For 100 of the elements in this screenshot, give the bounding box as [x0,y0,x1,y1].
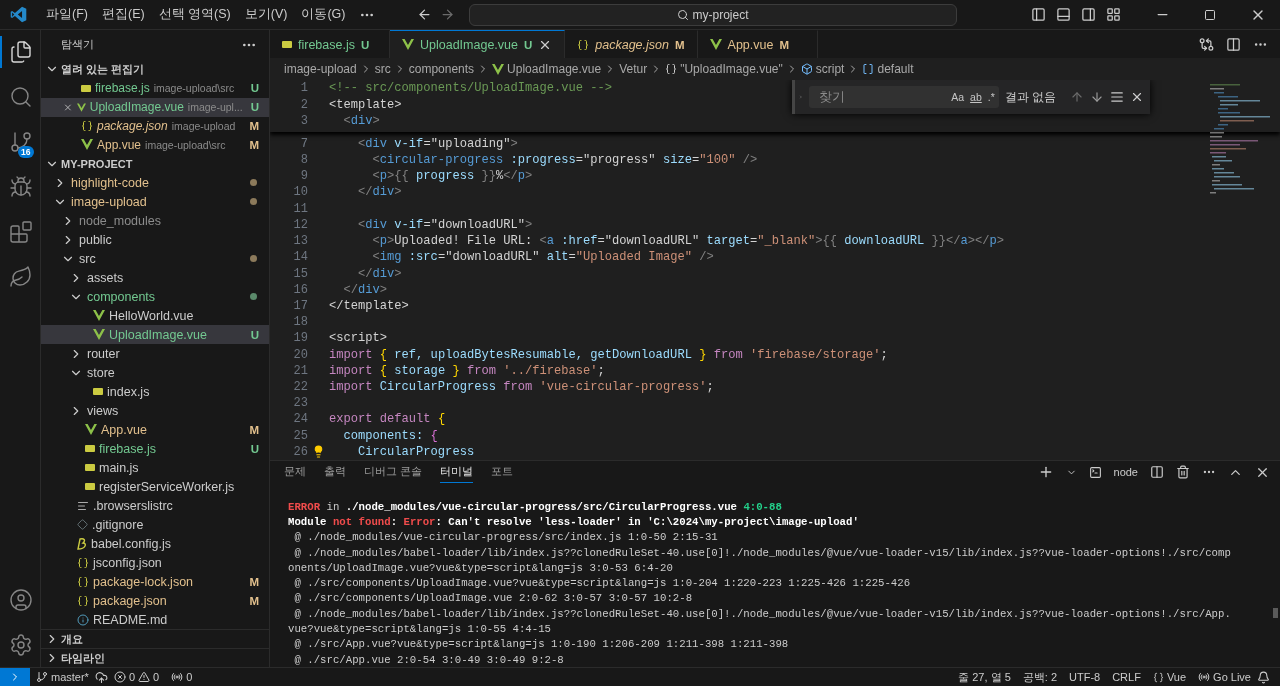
tree-item[interactable]: index.js [41,382,269,402]
status-item[interactable]: CRLF [1106,671,1147,683]
tree-item[interactable]: assets [41,268,269,288]
lines-icon[interactable] [1110,90,1124,104]
line-number: 13 [292,234,308,249]
tree-item[interactable]: node_modules [41,211,269,231]
panel-tab[interactable]: 디버그 콘솔 [364,461,422,483]
command-center[interactable]: my-project [468,3,957,26]
open-editor-item[interactable]: App.vue image-upload\src M [41,135,269,155]
maximize-icon[interactable] [1204,8,1216,21]
breadcrumb-item[interactable]: script [815,62,845,76]
back-arrow-icon[interactable] [416,7,432,22]
breadcrumb-item[interactable]: UploadImage.vue [507,62,602,76]
section-title[interactable]: 열려 있는 편집기 [61,61,145,77]
panel-tab[interactable]: 터미널 [439,461,473,483]
section-title[interactable]: MY-PROJECT [61,157,133,170]
editor-tab[interactable]: UploadImage.vue U [390,30,566,58]
tree-item[interactable]: views [41,401,269,421]
breadcrumb-item[interactable]: default [877,62,914,76]
status-item[interactable]: 줄 27, 열 5 [952,669,1017,685]
section-title[interactable]: 개요 [61,631,83,647]
tree-item[interactable]: babel.config.js [41,534,269,554]
breadcrumb-item[interactable]: image-upload [284,62,357,76]
find-option[interactable]: ab [970,91,982,103]
tree-item[interactable]: main.js [41,458,269,478]
tree-item[interactable]: UploadImage.vue U [41,325,269,345]
find-field[interactable]: 찾기 Aa ab .* [808,86,999,108]
split-icon[interactable] [1150,465,1164,479]
language-status[interactable]: Vue [1166,671,1187,683]
tree-item[interactable]: firebase.js U [41,439,269,459]
line-number: 21 [292,363,308,378]
menu-item[interactable]: 보기(V) [237,6,295,23]
split-editor-icon[interactable] [1226,36,1241,52]
tree-item[interactable]: App.vue M [41,420,269,440]
tree-item[interactable]: highlight-code [41,173,269,193]
branch-status[interactable]: master* [51,671,89,683]
panel-tab[interactable]: 출력 [324,461,346,483]
find-option[interactable]: Aa [951,91,965,103]
breadcrumb-item[interactable]: src [374,62,391,76]
open-editor-item[interactable]: package.json image-upload M [41,116,269,136]
remote-button[interactable] [0,667,30,686]
tree-item[interactable]: .browserslistrc [41,496,269,516]
tree-item[interactable]: package-lock.json M [41,572,269,592]
panel-right-icon[interactable] [1081,7,1096,22]
tree-item[interactable]: .gitignore [41,515,269,535]
close-icon[interactable] [1130,90,1144,104]
menu-item[interactable]: 편집(E) [94,6,152,23]
warning-count[interactable]: 0 [153,671,160,683]
layout-icon[interactable] [1106,7,1121,22]
scrollbar-thumb[interactable] [1273,608,1278,618]
tree-item[interactable]: store [41,363,269,383]
panel-bottom-icon[interactable] [1056,7,1071,22]
forward-arrow-icon[interactable] [439,7,455,22]
babel-file-icon [77,537,87,550]
live-server-status[interactable]: Go Live [1213,671,1251,683]
terminal-selector[interactable]: node [1113,466,1138,478]
line-number: 7 [299,136,308,151]
breadcrumb-item[interactable]: components [408,62,475,76]
breadcrumb-item[interactable]: "UploadImage.vue" [680,62,783,76]
error-count[interactable]: 0 [128,671,136,683]
menu-item[interactable]: 이동(G) [294,6,353,23]
tree-item[interactable]: public [41,230,269,250]
panel-tab[interactable]: 포트 [490,461,513,483]
terminal-line: @ ./node_modules/babel-loader/lib/index.js??clonedRuleSet-40.use[0]!./node_modules/@vue/vue-loader-v15/lib/index.js??vue-loader-options!./src/App. [293,606,1232,622]
activity-button[interactable]: 16 [0,126,41,158]
panel-tab[interactable]: 문제 [284,461,306,483]
menu-item[interactable]: 파일(F) [39,6,95,23]
menu-item[interactable]: 선택 영역(S) [151,6,238,23]
line-number: 10 [292,185,308,200]
tree-item[interactable]: README.md [41,610,269,630]
find-option[interactable]: .* [987,91,995,103]
tree-item[interactable]: HelloWorld.vue [41,306,269,326]
lightbulb-icon[interactable] [312,445,325,459]
code-line: <img :src="downloadURL" alt="Uploaded Image" /> [371,250,714,265]
trash-icon[interactable] [1176,465,1190,479]
line-number: 9 [299,169,308,184]
tree-item[interactable]: src [41,249,269,269]
compare-icon[interactable] [1199,36,1214,52]
braces-file-icon [77,594,89,607]
tree-item[interactable]: package.json M [41,591,269,611]
tree-item[interactable]: components [41,287,269,307]
ports-count[interactable]: 0 [186,671,193,683]
arrow-down-icon[interactable] [1090,90,1104,104]
panel-left-icon[interactable] [1031,7,1046,22]
tree-item[interactable]: router [41,344,269,364]
status-item[interactable]: UTF-8 [1063,671,1107,683]
open-editor-item[interactable]: UploadImage.vue image-upl... U [41,97,269,117]
code-line: </template> [329,298,409,313]
cloud-upload-icon[interactable] [94,670,108,684]
tree-item[interactable]: jsconfig.json [41,553,269,573]
open-editor-item[interactable]: firebase.js image-upload\src U [41,78,269,98]
tree-item[interactable]: registerServiceWorker.js [41,477,269,497]
arrow-up-icon[interactable] [1070,90,1084,104]
bell-icon[interactable] [1257,670,1270,684]
tree-item[interactable]: image-upload [41,192,269,212]
status-item[interactable]: 공백: 2 [1016,669,1063,685]
section-title[interactable]: 타임라인 [61,650,105,666]
braces-icon [1152,671,1164,683]
breadcrumb-item[interactable]: Vetur [619,62,648,76]
branch-icon [9,130,33,154]
